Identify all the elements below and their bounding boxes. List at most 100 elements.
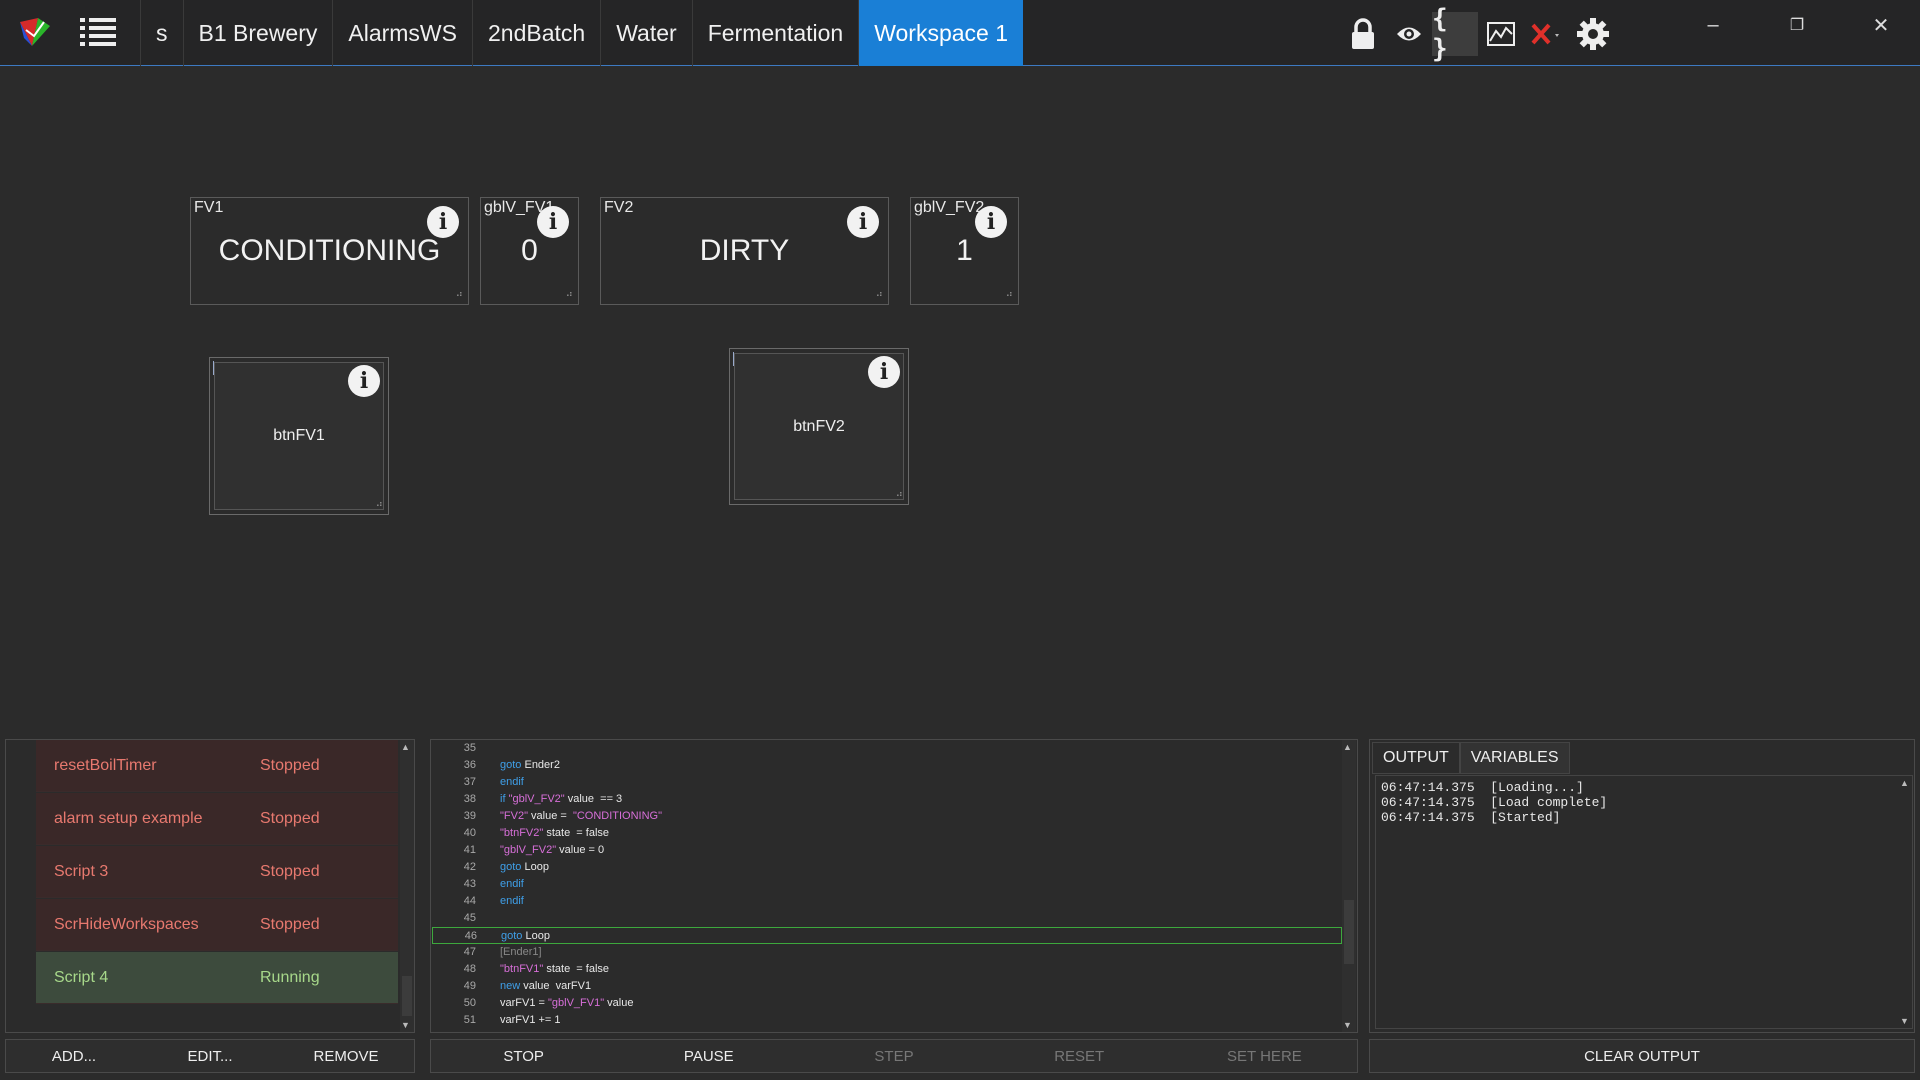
code-line[interactable]: 46 goto Loop: [432, 927, 1342, 944]
scroll-thumb[interactable]: [1344, 900, 1354, 964]
resize-grip-icon[interactable]: ⠴: [456, 289, 463, 300]
widget-value: CONDITIONING: [218, 234, 441, 267]
tab-b1-brewery[interactable]: B1 Brewery: [182, 0, 333, 66]
resize-grip-icon[interactable]: ⠴: [1006, 289, 1013, 300]
scroll-up-icon[interactable]: ▲: [401, 742, 410, 752]
tab-variables[interactable]: VARIABLES: [1459, 742, 1570, 774]
close-x-icon[interactable]: [1524, 12, 1570, 56]
fv2-display-widget[interactable]: FV2 DIRTY i ⠴: [600, 197, 889, 305]
braces-icon[interactable]: { }: [1432, 4, 1478, 64]
list-menu-icon[interactable]: [80, 16, 116, 48]
code-line[interactable]: 45: [432, 910, 1342, 927]
script-row[interactable]: resetBoilTimer Stopped: [36, 740, 398, 792]
eye-icon[interactable]: [1386, 12, 1432, 56]
tab-water[interactable]: Water: [600, 0, 692, 66]
add-script-button[interactable]: ADD...: [6, 1048, 142, 1065]
app-logo-icon: [18, 16, 52, 50]
code-line[interactable]: 42 goto Loop: [432, 859, 1342, 876]
code-line[interactable]: 49 new value varFV1: [432, 978, 1342, 995]
code-line[interactable]: 48 "btnFV1" state = false: [432, 961, 1342, 978]
line-number: 38: [463, 793, 476, 805]
widget-value: 1: [956, 234, 973, 267]
code-text: goto Ender2: [500, 759, 560, 771]
reset-button[interactable]: RESET: [987, 1048, 1172, 1065]
resize-grip-icon[interactable]: ⠴: [566, 289, 573, 300]
code-line[interactable]: 38 if "gblV_FV2" value == 3: [432, 791, 1342, 808]
gblv-fv1-display-widget[interactable]: gblV_FV1 0 i ⠴: [480, 197, 579, 305]
script-row[interactable]: Script 4 Running: [36, 952, 398, 1004]
resize-grip-icon[interactable]: ⠴: [876, 289, 883, 300]
edit-script-button[interactable]: EDIT...: [142, 1048, 278, 1065]
pause-button[interactable]: PAUSE: [616, 1048, 801, 1065]
code-line[interactable]: 35: [432, 740, 1342, 757]
resize-grip-icon[interactable]: ⠴: [896, 489, 903, 500]
script-row[interactable]: alarm setup example Stopped: [36, 793, 398, 845]
set-here-button[interactable]: SET HERE: [1172, 1048, 1357, 1065]
info-icon[interactable]: i: [427, 206, 459, 238]
code-line[interactable]: 43 endif: [432, 876, 1342, 893]
script-status: Stopped: [260, 809, 320, 827]
scroll-up-icon[interactable]: ▲: [1343, 742, 1352, 752]
info-icon[interactable]: i: [847, 206, 879, 238]
minimize-button[interactable]: –: [1688, 10, 1738, 40]
btn-fv2-widget[interactable]: btnFV2 i ⠴: [729, 348, 909, 505]
code-line[interactable]: 47 [Ender1]: [432, 944, 1342, 961]
script-row[interactable]: ScrHideWorkspaces Stopped: [36, 899, 398, 951]
line-number: 40: [463, 827, 476, 839]
stop-button[interactable]: STOP: [431, 1048, 616, 1065]
script-status: Stopped: [260, 756, 320, 774]
chart-icon[interactable]: [1478, 12, 1524, 56]
gear-icon[interactable]: [1570, 12, 1616, 56]
code-line[interactable]: 40 "btnFV2" state = false: [432, 825, 1342, 842]
code-line[interactable]: 50 varFV1 = "gblV_FV1" value: [432, 995, 1342, 1012]
restore-button[interactable]: ❐: [1772, 10, 1822, 40]
code-line[interactable]: 41 "gblV_FV2" value = 0: [432, 842, 1342, 859]
tab-2ndbatch[interactable]: 2ndBatch: [472, 0, 600, 66]
output-log: 06:47:14.375 [Loading...] 06:47:14.375 […: [1375, 775, 1913, 1029]
code-line[interactable]: 36 goto Ender2: [432, 757, 1342, 774]
code-line[interactable]: 39 "FV2" value = "CONDITIONING": [432, 808, 1342, 825]
close-window-button[interactable]: ✕: [1856, 10, 1906, 40]
line-number: 41: [463, 844, 476, 856]
script-name: Script 3: [54, 862, 109, 880]
workspace-tabs: s B1 Brewery AlarmsWS 2ndBatch Water Fer…: [140, 0, 1024, 66]
info-icon[interactable]: i: [975, 206, 1007, 238]
code-line[interactable]: 44 endif: [432, 893, 1342, 910]
code-editor-scrollbar[interactable]: ▲ ▼: [1342, 740, 1356, 1032]
line-number: 47: [463, 946, 476, 958]
tab-alarmsws[interactable]: AlarmsWS: [332, 0, 472, 66]
scroll-down-icon[interactable]: ▼: [1343, 1020, 1352, 1030]
info-icon[interactable]: i: [868, 356, 900, 388]
tab-workspace-1[interactable]: Workspace 1: [858, 0, 1024, 66]
code-text: endif: [500, 895, 524, 907]
scroll-thumb[interactable]: [402, 976, 412, 1016]
tab-s[interactable]: s: [140, 0, 183, 66]
info-icon[interactable]: i: [537, 206, 569, 238]
line-number: 37: [463, 776, 476, 788]
code-text: new value varFV1: [500, 980, 592, 992]
line-number: 35: [463, 742, 476, 754]
clear-output-button[interactable]: CLEAR OUTPUT: [1370, 1048, 1914, 1065]
lock-icon[interactable]: [1340, 12, 1386, 56]
info-icon[interactable]: i: [348, 365, 380, 397]
fv1-display-widget[interactable]: FV1 CONDITIONING i ⠴: [190, 197, 469, 305]
btn-fv1-widget[interactable]: btnFV1 i ⠴: [209, 357, 389, 515]
scroll-down-icon[interactable]: ▼: [1900, 1016, 1909, 1026]
resize-grip-icon[interactable]: ⠴: [376, 499, 383, 510]
output-line: 06:47:14.375 [Load complete]: [1381, 795, 1608, 810]
code-text: varFV1 += 1: [500, 1014, 561, 1026]
step-button[interactable]: STEP: [801, 1048, 986, 1065]
tab-fermentation[interactable]: Fermentation: [691, 0, 859, 66]
tab-output[interactable]: OUTPUT: [1372, 742, 1460, 774]
scroll-up-icon[interactable]: ▲: [1900, 778, 1909, 788]
code-editor[interactable]: 35 36 goto Ender2 37 endif 38 if "gblV_FV2" va…: [432, 740, 1356, 1032]
remove-script-button[interactable]: REMOVE: [278, 1048, 414, 1065]
gblv-fv2-display-widget[interactable]: gblV_FV2 1 i ⠴: [910, 197, 1019, 305]
line-number: 39: [463, 810, 476, 822]
script-row[interactable]: Script 3 Stopped: [36, 846, 398, 898]
code-line[interactable]: 51 varFV1 += 1: [432, 1012, 1342, 1029]
code-line[interactable]: 37 endif: [432, 774, 1342, 791]
scroll-down-icon[interactable]: ▼: [401, 1020, 410, 1030]
widget-title: FV1: [194, 199, 224, 216]
script-list-scrollbar[interactable]: ▲ ▼: [400, 740, 414, 1032]
